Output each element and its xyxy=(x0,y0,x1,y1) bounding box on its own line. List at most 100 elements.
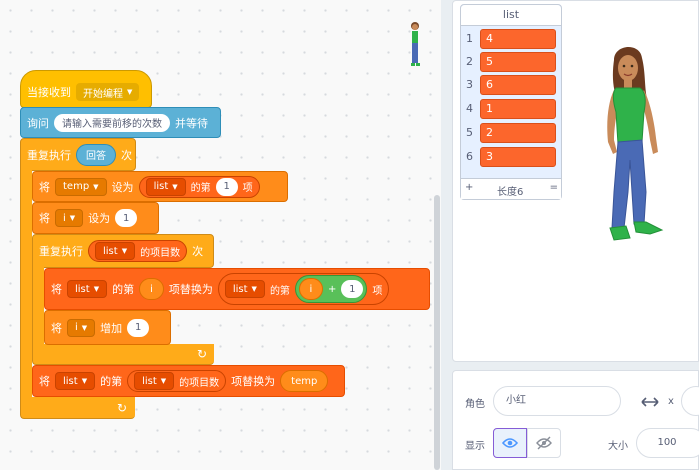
inner-repeat-c-arm xyxy=(32,267,44,345)
replace-label: 将 xyxy=(51,283,62,296)
change-label: 将 xyxy=(51,321,62,335)
list-dropdown[interactable]: list ▼ xyxy=(55,372,96,390)
i-var-name: i xyxy=(75,322,78,333)
variable-dropdown-i[interactable]: i ▼ xyxy=(67,318,96,337)
set-temp-block[interactable]: 将 temp ▼ 设为 list ▼ 的第 1 项 xyxy=(32,171,288,202)
change-by-label: 增加 xyxy=(100,321,123,335)
replace-last-item-block[interactable]: 将 list ▼ 的第 list ▼ 的项目数 项替换为 temp xyxy=(32,365,345,397)
list-length-reporter[interactable]: list ▼ 的项目数 xyxy=(88,240,188,262)
plus-label: + xyxy=(327,283,337,295)
replace-with-label: 项替换为 xyxy=(168,283,213,296)
replace-with-label: 项替换为 xyxy=(231,375,276,388)
sprite-name-input[interactable]: 小红 xyxy=(493,386,621,416)
repeat-list-length-block[interactable]: 重复执行 list ▼ 的项目数 次 xyxy=(32,234,214,268)
index-input[interactable]: 1 xyxy=(215,177,238,196)
variable-reporter-i[interactable]: i xyxy=(298,278,323,300)
answer-reporter[interactable]: 回答 xyxy=(76,143,116,166)
show-label: 显示 xyxy=(465,441,485,452)
list-monitor-title: list xyxy=(461,5,561,26)
ask-label: 询问 xyxy=(27,116,49,130)
list-length-label: 长度6 xyxy=(497,187,524,198)
list-monitor-footer: + 长度6 = xyxy=(461,178,561,199)
variable-reporter-i[interactable]: i xyxy=(139,278,164,300)
length-of-label: 的项目数 xyxy=(140,247,181,259)
variable-dropdown-i[interactable]: i ▼ xyxy=(55,209,84,227)
item-suffix-label: 项 xyxy=(242,183,253,194)
value-input[interactable]: 1 xyxy=(127,318,150,337)
broadcast-dropdown[interactable]: 开始编程 ▼ xyxy=(76,83,140,101)
times-label: 次 xyxy=(121,148,132,162)
sprite-thumbnail xyxy=(411,22,420,66)
list-row-value[interactable]: 5 xyxy=(480,52,556,72)
list-row-index: 6 xyxy=(466,150,473,163)
item-of-label: 的第 xyxy=(269,285,290,297)
size-input[interactable]: 100 xyxy=(636,428,699,458)
list-name: list xyxy=(103,245,118,257)
variable-dropdown-temp[interactable]: temp ▼ xyxy=(55,177,107,196)
ask-and-wait-block[interactable]: 询问 请输入需要前移的次数 并等待 xyxy=(20,107,221,138)
arrows-horizontal-icon xyxy=(641,397,659,407)
list-dropdown[interactable]: list ▼ xyxy=(67,280,108,298)
length-of-label: 的项目数 xyxy=(179,377,220,389)
ask-prompt-input[interactable]: 请输入需要前移的次数 xyxy=(54,113,170,132)
chevron-down-icon: ▼ xyxy=(93,182,99,191)
list-name: list xyxy=(63,375,78,387)
chevron-down-icon: ▼ xyxy=(93,285,100,293)
change-i-block[interactable]: 将 i ▼ 增加 1 xyxy=(44,310,171,345)
list-row: 36 xyxy=(461,75,561,95)
list-dropdown[interactable]: list ▼ xyxy=(224,280,265,298)
eye-slash-icon xyxy=(536,436,552,450)
list-dropdown[interactable]: list ▼ xyxy=(95,242,136,260)
list-row-value[interactable]: 4 xyxy=(480,29,556,49)
value-input[interactable]: 1 xyxy=(115,209,138,227)
list-row: 63 xyxy=(461,147,561,167)
i-var-name: i xyxy=(63,212,66,224)
sprite-girl[interactable] xyxy=(600,42,670,246)
repeat-label: 重复执行 xyxy=(27,148,71,162)
list-name: list xyxy=(232,283,248,295)
list-row-value[interactable]: 2 xyxy=(480,123,556,143)
sprite-label: 角色 xyxy=(465,399,485,410)
list-row-value[interactable]: 1 xyxy=(480,99,556,119)
item-of-list-reporter[interactable]: list ▼ 的第 i + 1 项 xyxy=(217,273,390,305)
when-i-receive-block[interactable]: 当接收到 开始编程 ▼ xyxy=(20,70,152,108)
times-label: 次 xyxy=(192,245,204,258)
chevron-down-icon: ▼ xyxy=(172,182,178,191)
variable-reporter-temp[interactable]: temp xyxy=(280,370,329,392)
addend-input[interactable]: 1 xyxy=(341,280,364,298)
code-area-scrollbar[interactable] xyxy=(434,195,440,470)
list-length-reporter[interactable]: list ▼ 的项目数 xyxy=(127,370,227,392)
broadcast-name: 开始编程 xyxy=(83,88,123,100)
show-sprite-toggle[interactable] xyxy=(493,428,527,458)
item-of-label: 的第 xyxy=(190,183,211,194)
set-to-label: 设为 xyxy=(111,180,134,194)
chevron-down-icon: ▼ xyxy=(81,323,88,332)
loop-arrow-icon: ↻ xyxy=(117,401,128,415)
list-row-index: 4 xyxy=(466,102,473,115)
list-monitor[interactable]: list 14 25 36 41 52 63 + 长度6 = xyxy=(460,4,562,200)
replace-item-block[interactable]: 将 list ▼ 的第 i 项替换为 list ▼ 的第 i + 1 项 xyxy=(44,268,430,310)
hide-sprite-toggle[interactable] xyxy=(527,428,561,458)
list-dropdown[interactable]: list ▼ xyxy=(134,372,175,390)
item-of-list-reporter[interactable]: list ▼ 的第 1 项 xyxy=(138,175,260,198)
when-receive-label: 当接收到 xyxy=(27,86,71,99)
list-row: 14 xyxy=(461,29,561,49)
code-area[interactable]: 当接收到 开始编程 ▼ 询问 请输入需要前移的次数 并等待 重复执行 回答 次 ↻… xyxy=(0,0,441,470)
size-label: 大小 xyxy=(608,441,628,452)
add-operator[interactable]: i + 1 xyxy=(294,275,368,303)
repeat-answer-block[interactable]: 重复执行 回答 次 xyxy=(20,138,136,171)
list-row-index: 2 xyxy=(466,55,473,68)
add-item-button[interactable]: + xyxy=(465,182,473,193)
repeat-label: 重复执行 xyxy=(39,245,83,258)
loop-arrow-icon: ↻ xyxy=(197,347,208,361)
set-label: 将 xyxy=(39,180,50,194)
list-row-value[interactable]: 3 xyxy=(480,147,556,167)
set-i-block[interactable]: 将 i ▼ 设为 1 xyxy=(32,202,159,234)
replace-label: 将 xyxy=(39,375,50,388)
resize-handle[interactable]: = xyxy=(550,182,558,193)
list-row: 52 xyxy=(461,123,561,143)
list-dropdown[interactable]: list ▼ xyxy=(145,177,186,196)
list-row-index: 5 xyxy=(466,126,473,139)
list-name: list xyxy=(75,283,90,295)
list-row-value[interactable]: 6 xyxy=(480,75,556,95)
